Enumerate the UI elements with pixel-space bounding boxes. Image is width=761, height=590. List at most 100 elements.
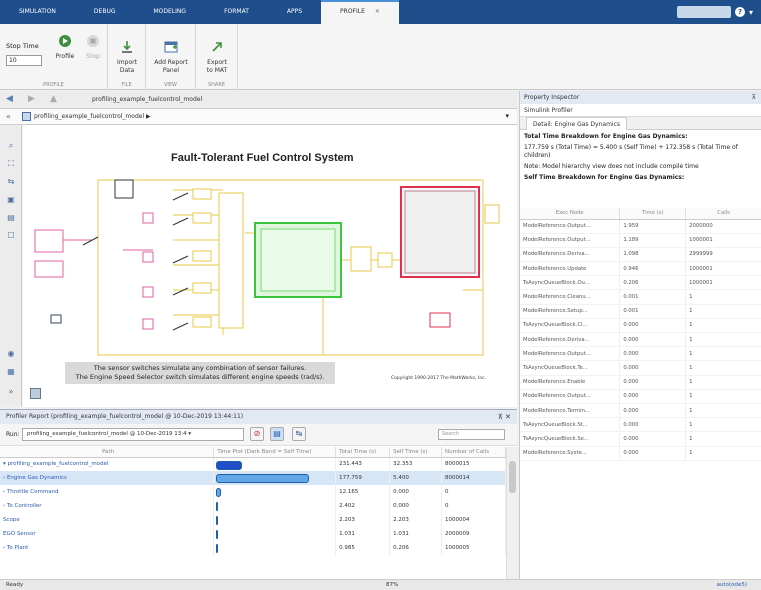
- signal-icon[interactable]: [30, 388, 41, 399]
- profiler-table: Path Time Plot (Dark Band = Self Time) T…: [0, 447, 506, 555]
- table-row[interactable]: ModelReference.Syste... 0.000 1: [520, 446, 761, 461]
- table-row[interactable]: ModelReference.Cleanu... 0.001 1: [520, 289, 761, 305]
- exec-node-cell: ModelReference.Output...: [520, 389, 621, 404]
- table-row[interactable]: › To Controller 2.402 0.000 0: [0, 499, 506, 513]
- model-canvas[interactable]: Fault-Tolerant Fuel Control System The s…: [23, 125, 517, 407]
- profiler-scrollbar[interactable]: [506, 447, 517, 580]
- table-row[interactable]: TsAsyncQueueBlock.Se... 0.000 1: [520, 431, 761, 447]
- inspector-section: Simulink Profiler: [520, 104, 761, 117]
- forward-arrow-icon[interactable]: ▶: [28, 94, 35, 104]
- table-row[interactable]: ModelReference.Update 0.946 1000001: [520, 261, 761, 277]
- table-row[interactable]: ModelReference.Output... 0.000 1: [520, 346, 761, 362]
- col-header-self[interactable]: Self Time (s): [389, 447, 443, 458]
- help-icon[interactable]: ?: [734, 7, 745, 17]
- chevron-down-icon[interactable]: ▾: [505, 112, 509, 120]
- row-path[interactable]: ▾ profiling_example_fuelcontrol_model: [0, 457, 215, 471]
- profile-button[interactable]: Profile: [50, 34, 80, 61]
- table-row[interactable]: TsAsyncQueueBlock.Te... 0.000 1: [520, 360, 761, 376]
- table-row[interactable]: › Throttle Command 12.165 0.000 0: [0, 485, 506, 499]
- stop-button[interactable]: Stop: [82, 34, 104, 61]
- scrollbar-thumb[interactable]: [509, 461, 516, 493]
- profiler-search-input[interactable]: Search: [438, 429, 505, 440]
- back-arrow-icon[interactable]: ◀: [6, 94, 13, 104]
- table-row[interactable]: ModelReference.Output... 1.189 1000001: [520, 233, 761, 248]
- export-to-mat-button[interactable]: Export to MAT: [200, 32, 234, 83]
- engine-speed-source[interactable]: [34, 229, 64, 253]
- stop-time-input[interactable]: 10: [6, 55, 42, 66]
- throttle-sensor-const[interactable]: [142, 212, 154, 224]
- hierarchy-note: Note: Model hierarchy view does not incl…: [524, 163, 699, 170]
- up-arrow-icon[interactable]: ▲: [50, 94, 57, 104]
- row-path[interactable]: Scope: [0, 513, 215, 527]
- table-row[interactable]: ModelReference.Deriva... 1.098 2999999: [520, 247, 761, 263]
- ego-sensor-const[interactable]: [142, 286, 154, 298]
- tab-profile[interactable]: PROFILE ✕: [321, 0, 399, 24]
- col-header-timeplot[interactable]: Time Plot (Dark Band = Self Time): [213, 447, 337, 458]
- solver-link[interactable]: auto(ode5): [717, 580, 747, 590]
- pin-icon[interactable]: ⊼ ✕: [498, 410, 511, 424]
- table-row[interactable]: EGO Sensor 1.031 1.031 2000009: [0, 527, 506, 541]
- area-icon[interactable]: ☐: [6, 231, 16, 241]
- toolbar-quick-access[interactable]: [676, 6, 731, 18]
- col-header-total[interactable]: Total Time (s): [335, 447, 391, 458]
- throttle-command-block[interactable]: [114, 179, 134, 199]
- col-header-exec-node[interactable]: Exec Node: [520, 208, 621, 220]
- col-header-time[interactable]: Time (s): [619, 208, 687, 220]
- chevron-down-icon[interactable]: ▾: [749, 8, 753, 17]
- property-icon[interactable]: ▦: [6, 367, 16, 377]
- tab-simulation[interactable]: SIMULATION: [0, 0, 75, 24]
- tab-detail[interactable]: Detail: Engine Gas Dynamics: [526, 117, 628, 130]
- camera-icon[interactable]: ◉: [6, 349, 16, 359]
- row-path[interactable]: EGO Sensor: [0, 527, 215, 541]
- table-row[interactable]: › To Plant 0.985 0.206 1000005: [0, 541, 506, 555]
- row-path[interactable]: › Engine Gas Dynamics: [0, 471, 215, 485]
- tab-modeling[interactable]: MODELING: [135, 0, 206, 24]
- zoom-icon[interactable]: ⌕: [6, 141, 16, 151]
- engine-speed-input[interactable]: [34, 260, 64, 278]
- row-path[interactable]: › To Plant: [0, 541, 215, 555]
- table-row[interactable]: ModelReference.Output... 1.959 2000000: [520, 219, 761, 234]
- table-row[interactable]: Scope 2.203 2.203 1000004: [0, 513, 506, 527]
- fit-view-icon[interactable]: ⛶: [6, 159, 16, 169]
- tab-debug[interactable]: DEBUG: [75, 0, 135, 24]
- table-row[interactable]: › Engine Gas Dynamics 177.759 5.400 8000…: [0, 471, 506, 485]
- mux-block[interactable]: [218, 192, 244, 329]
- run-select[interactable]: profiling_example_fuelcontrol_model @ 10…: [22, 428, 244, 441]
- import-data-button[interactable]: Import Data: [112, 32, 142, 83]
- scope-block[interactable]: [429, 312, 451, 328]
- col-header-calls[interactable]: Number of Calls: [441, 447, 506, 458]
- expand-icon[interactable]: »: [6, 387, 16, 397]
- delete-run-icon[interactable]: ⊘: [250, 427, 264, 441]
- table-row[interactable]: ModelReference.Setup... 0.001 1: [520, 304, 761, 319]
- table-row[interactable]: ▾ profiling_example_fuelcontrol_model 23…: [0, 457, 506, 471]
- breadcrumb[interactable]: profiling_example_fuelcontrol_model: [92, 96, 202, 103]
- table-row[interactable]: TsAsyncQueueBlock.Cl... 0.000 1: [520, 318, 761, 334]
- table-row[interactable]: ModelReference.Termin... 0.000 1: [520, 403, 761, 419]
- flat-view-icon[interactable]: ↹: [292, 427, 306, 441]
- table-row[interactable]: ModelReference.Output... 0.000 1: [520, 389, 761, 404]
- col-header-path[interactable]: Path: [0, 447, 215, 458]
- model-path[interactable]: profiling_example_fuelcontrol_model ▶: [34, 113, 151, 120]
- ribbon-group-share: Export to MAT SHARE: [196, 24, 238, 90]
- row-path[interactable]: › To Controller: [0, 499, 215, 513]
- row-path[interactable]: › Throttle Command: [0, 485, 215, 499]
- speed-sensor-const[interactable]: [142, 251, 154, 263]
- status-bar: Ready 87% auto(ode5): [0, 579, 761, 590]
- tab-format[interactable]: FORMAT: [205, 0, 268, 24]
- map-sensor-const[interactable]: [142, 318, 154, 330]
- tree-view-icon[interactable]: ▤: [270, 427, 284, 441]
- display-block[interactable]: [50, 314, 62, 324]
- table-row[interactable]: TsAsyncQueueBlock.St... 0.000 1: [520, 417, 761, 433]
- table-row[interactable]: ModelReference.Deriva... 0.000 1: [520, 332, 761, 348]
- pin-icon[interactable]: ⊼: [752, 91, 756, 104]
- annotation-icon[interactable]: ▤: [6, 213, 16, 223]
- table-row[interactable]: TsAsyncQueueBlock.Ou... 0.206 1000001: [520, 275, 761, 291]
- table-row[interactable]: ModelReference.Enable 0.000 1: [520, 375, 761, 390]
- add-report-panel-button[interactable]: Add Report Panel: [150, 32, 192, 83]
- arrow-icon[interactable]: ⇆: [6, 177, 16, 187]
- image-icon[interactable]: ▣: [6, 195, 16, 205]
- tab-apps[interactable]: APPS: [268, 0, 321, 24]
- hide-browser-icon[interactable]: «: [6, 112, 11, 121]
- col-header-calls[interactable]: Calls: [685, 208, 761, 220]
- close-icon[interactable]: ✕: [375, 8, 380, 15]
